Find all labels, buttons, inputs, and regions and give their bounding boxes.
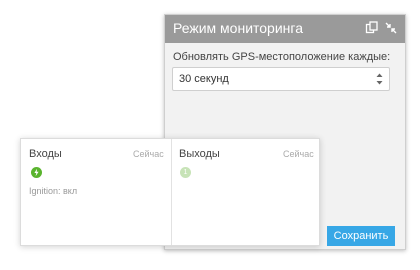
outputs-time: Сейчас — [283, 149, 314, 159]
outputs-title: Выходы — [179, 148, 220, 160]
save-button[interactable]: Сохранить — [327, 226, 395, 246]
gps-interval-value: 30 секунд — [179, 73, 229, 85]
gps-interval-select[interactable]: 30 секунд — [172, 67, 390, 91]
output-badge[interactable]: 1 — [180, 167, 191, 178]
lightning-icon — [31, 167, 42, 178]
ignition-status: Ignition: вкл — [29, 186, 78, 196]
copy-icon[interactable] — [365, 21, 379, 35]
chevron-up-down-icon — [376, 72, 383, 86]
dialog-title: Режим мониторинга — [173, 20, 303, 36]
inputs-title: Входы — [29, 148, 62, 160]
sensors-card: Входы Сейчас Ignition: вкл Выходы Сейчас… — [20, 138, 320, 246]
collapse-icon[interactable] — [384, 21, 398, 35]
column-divider — [171, 139, 172, 245]
dialog-header: Режим мониторинга — [165, 15, 405, 43]
gps-interval-label: Обновлять GPS-местоположение каждые: — [173, 51, 391, 63]
inputs-time: Сейчас — [133, 149, 164, 159]
